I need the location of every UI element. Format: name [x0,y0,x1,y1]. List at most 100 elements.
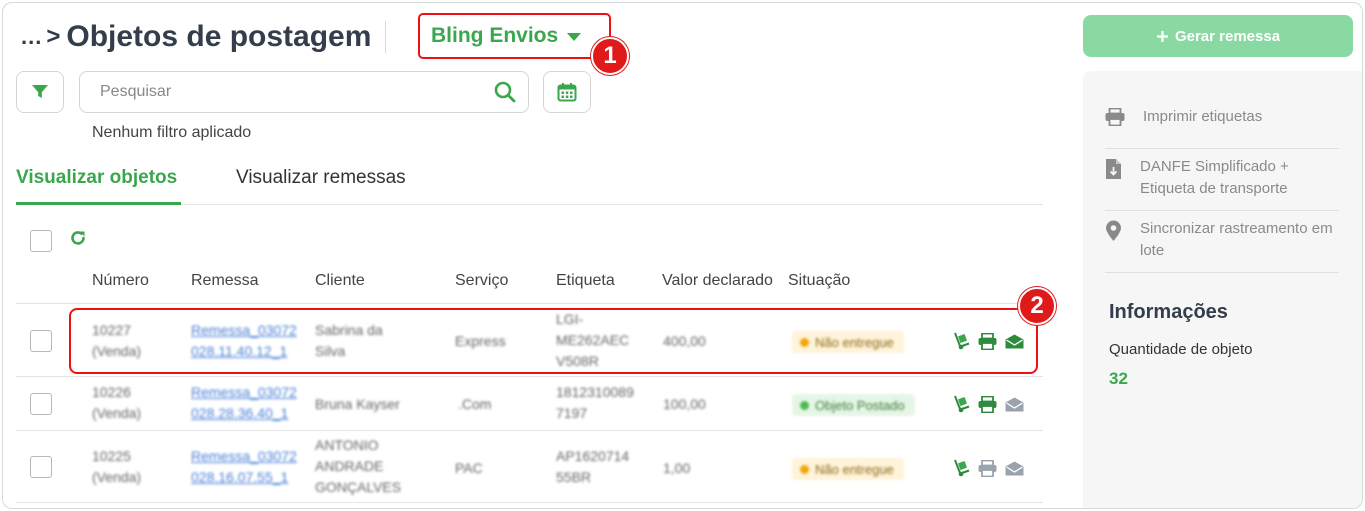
cell-remessa[interactable]: Remessa_03072 028.16.07.55_1 [191,446,297,488]
status-text: Objeto Postado [815,397,905,413]
breadcrumb-ellipsis[interactable]: ... [21,24,42,50]
cell-valor: 100,00 [663,396,706,412]
app-frame: ... > Objetos de postagem Bling Envios 1… [2,2,1363,509]
remessa-link-line2[interactable]: 028.28.36.40_1 [191,403,297,424]
refresh-button[interactable] [69,229,87,252]
object-count-value: 32 [1109,369,1128,388]
tab-visualizar-remessas[interactable]: Visualizar remessas [236,163,406,205]
numero-type: (Venda) [92,405,142,421]
cell-servico: .Com [458,396,492,412]
col-header-servico: Serviço [455,272,509,289]
sync-tracking-action[interactable]: Sincronizar rastreamento em lote [1105,218,1339,262]
col-header-situacao: Situação [788,272,851,289]
tracking-button[interactable] [953,395,970,413]
search-box[interactable] [79,71,529,113]
row-actions [953,459,1024,477]
cell-servico: PAC [455,460,483,476]
envelope-icon [1005,397,1024,411]
file-download-icon [1106,159,1121,179]
calendar-icon [557,83,577,102]
breadcrumb[interactable]: ... > [21,23,62,51]
row-checkbox[interactable] [30,330,52,352]
caret-down-icon [567,33,582,41]
print-label-button[interactable] [978,459,997,477]
status-dot [800,464,809,474]
filter-button[interactable] [16,71,64,113]
cell-remessa[interactable]: Remessa_03072 028.28.36.40_1 [191,382,297,424]
cell-etiqueta: 1812310089 7197 [556,382,634,424]
breadcrumb-separator: > [46,23,61,50]
etiqueta-line: AP1620714 [556,448,630,464]
cell-cliente: ANTONIO ANDRADE GONÇALVES [315,435,401,498]
tab-bar: Visualizar objetos Visualizar remessas [16,163,1043,205]
tab-visualizar-objetos[interactable]: Visualizar objetos [16,163,181,205]
row-checkbox[interactable] [30,393,52,415]
status-badge: Não entregue [792,458,904,480]
highlight-row-box [69,308,1038,374]
col-header-cliente: Cliente [315,272,365,289]
page-title: Objetos de postagem [66,20,372,53]
remessa-link[interactable]: Remessa_03072 [191,446,297,467]
print-label-button[interactable] [978,395,997,413]
filter-status-text: Nenhum filtro aplicado [92,124,252,141]
remessa-link[interactable]: Remessa_03072 [191,382,297,403]
send-email-button[interactable] [1005,461,1024,476]
divider [1105,148,1339,149]
sync-tracking-label: Sincronizar rastreamento em lote [1140,220,1333,259]
status-text: Não entregue [815,461,894,477]
col-header-numero: Número [92,272,149,289]
refresh-icon [71,231,85,245]
row-checkbox[interactable] [30,456,52,478]
header-divider [385,21,387,53]
printer-icon [978,459,997,477]
object-count-label: Quantidade de objeto [1109,341,1253,358]
status-dot [800,400,809,410]
cliente-line: GONÇALVES [315,479,402,495]
print-labels-label: Imprimir etiquetas [1143,108,1263,125]
col-header-valor: Valor declarado [662,272,773,289]
page-header: ... > Objetos de postagem [21,17,398,57]
side-panel: Imprimir etiquetas DANFE Simplificado + … [1083,71,1362,508]
plus-icon [1156,30,1168,42]
cell-numero: 10225 (Venda) [92,446,141,488]
danfe-label: DANFE Simplificado + Etiqueta de transpo… [1140,158,1289,197]
search-icon[interactable] [494,81,516,103]
col-header-etiqueta: Etiqueta [556,272,615,289]
divider [1105,210,1339,211]
cell-etiqueta: AP1620714 55BR [556,446,629,488]
envelope-icon [1005,461,1024,475]
divider [1105,272,1339,273]
remessa-link-line2[interactable]: 028.16.07.55_1 [191,467,297,488]
numero-value: 10226 [92,384,131,400]
cell-cliente: Bruna Kayser [315,396,400,412]
annotation-marker-2: 2 [1018,287,1056,325]
cell-numero: 10226 (Venda) [92,382,141,424]
etiqueta-line: 55BR [556,469,592,485]
status-badge: Objeto Postado [792,394,915,416]
table-row[interactable]: 10226 (Venda) Remessa_03072 028.28.36.40… [16,377,1043,431]
search-input[interactable] [100,83,494,101]
numero-type: (Venda) [92,469,142,485]
numero-value: 10225 [92,448,131,464]
carrier-dropdown[interactable]: Bling Envios [418,13,611,59]
send-email-button[interactable] [1005,397,1024,412]
generate-shipment-button[interactable]: Gerar remessa [1083,15,1353,57]
cliente-line: ANDRADE [315,458,384,474]
table-row[interactable]: 10225 (Venda) Remessa_03072 028.16.07.55… [16,431,1043,503]
carrier-label: Bling Envios [431,24,559,47]
tracking-button[interactable] [953,459,970,477]
filter-icon [32,85,48,98]
select-all-checkbox[interactable] [30,230,52,252]
danfe-action[interactable]: DANFE Simplificado + Etiqueta de transpo… [1105,156,1339,200]
print-labels-action[interactable]: Imprimir etiquetas [1105,106,1339,128]
info-title: Informações [1109,301,1228,323]
col-header-remessa: Remessa [191,272,259,289]
row-actions [953,395,1024,413]
hand-truck-icon [954,395,970,413]
date-filter-button[interactable] [543,71,591,113]
printer-icon [978,395,997,413]
annotation-marker-1: 1 [591,37,629,75]
map-pin-icon [1106,220,1121,241]
hand-truck-icon [954,459,970,477]
etiqueta-line: 7197 [556,405,588,421]
